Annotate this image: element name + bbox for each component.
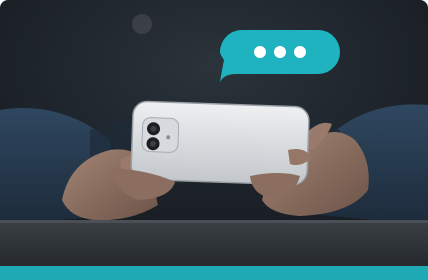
typing-dot-icon xyxy=(274,46,286,58)
chat-bubble-icon xyxy=(220,30,340,82)
typing-dot-icon xyxy=(254,46,266,58)
typing-dot-icon xyxy=(294,46,306,58)
hero-image-card xyxy=(0,0,428,280)
accent-bar xyxy=(0,266,428,280)
person-holding-phone-photo xyxy=(0,0,428,266)
